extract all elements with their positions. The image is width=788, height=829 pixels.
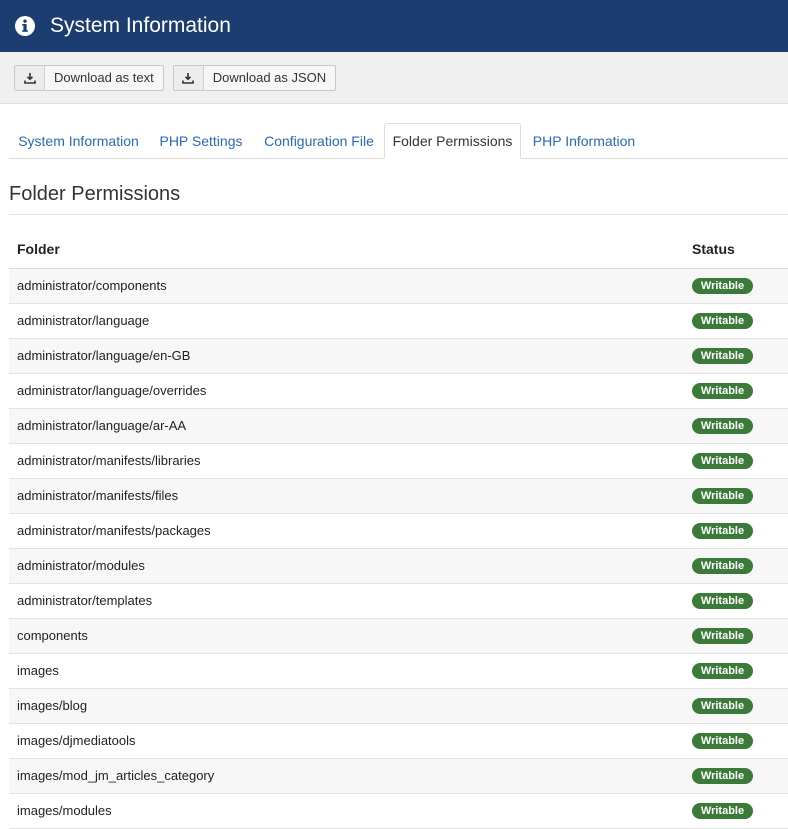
status-cell: Writable (684, 338, 788, 374)
status-badge: Writable (692, 628, 753, 644)
table-row: administrator/manifests/packages Writable (9, 513, 788, 549)
table-row: images Writable (9, 653, 788, 689)
status-badge: Writable (692, 418, 753, 434)
folder-path: administrator/components (9, 268, 684, 304)
section-title: Folder Permissions (9, 183, 788, 215)
status-cell: Writable (684, 408, 788, 444)
folder-path: components (9, 618, 684, 654)
table-row: images/mod_jm_articles_category Writable (9, 758, 788, 794)
status-badge: Writable (692, 593, 753, 609)
folder-path: images/djmediatools (9, 723, 684, 759)
status-badge: Writable (692, 278, 753, 294)
status-cell: Writable (684, 513, 788, 549)
status-badge: Writable (692, 768, 753, 784)
status-cell: Writable (684, 723, 788, 759)
status-badge: Writable (692, 348, 753, 364)
table-row: images/djmediatools Writable (9, 723, 788, 759)
folder-path: images/modules (9, 793, 684, 829)
status-cell: Writable (684, 758, 788, 794)
folder-path: administrator/language/ar-AA (9, 408, 684, 444)
table-header-row: Folder Status (9, 230, 788, 269)
folder-path: administrator/language (9, 303, 684, 339)
status-badge: Writable (692, 313, 753, 329)
status-badge: Writable (692, 383, 753, 399)
status-badge: Writable (692, 488, 753, 504)
status-cell: Writable (684, 268, 788, 304)
table-row: administrator/templates Writable (9, 583, 788, 619)
table-row: images/modules Writable (9, 793, 788, 829)
column-header-status: Status (684, 230, 788, 269)
status-cell: Writable (684, 478, 788, 514)
status-badge: Writable (692, 523, 753, 539)
folder-path: administrator/language/overrides (9, 373, 684, 409)
status-cell: Writable (684, 618, 788, 654)
download-json-label: Download as JSON (212, 70, 327, 85)
status-cell: Writable (684, 443, 788, 479)
folder-path: administrator/manifests/files (9, 478, 684, 514)
download-icon (173, 65, 204, 90)
status-badge: Writable (692, 733, 753, 749)
tab-configuration-file[interactable]: Configuration File (254, 123, 384, 159)
status-cell: Writable (684, 548, 788, 584)
tab-php-information[interactable]: PHP Information (521, 123, 647, 159)
table-row: administrator/components Writable (9, 268, 788, 304)
table-row: administrator/modules Writable (9, 548, 788, 584)
column-header-folder: Folder (9, 230, 684, 269)
info-icon (14, 15, 36, 37)
folder-path: images (9, 653, 684, 689)
folder-permissions-table: Folder Status administrator/components Wr… (9, 230, 788, 829)
table-row: administrator/language/ar-AA Writable (9, 408, 788, 444)
table-row: images/blog Writable (9, 688, 788, 724)
status-badge: Writable (692, 558, 753, 574)
status-badge: Writable (692, 663, 753, 679)
status-cell: Writable (684, 303, 788, 339)
download-text-label: Download as text (54, 70, 154, 85)
status-badge: Writable (692, 698, 753, 714)
download-json-button[interactable]: Download as JSON (172, 64, 337, 91)
status-cell: Writable (684, 373, 788, 409)
status-badge: Writable (692, 803, 753, 819)
table-row: administrator/manifests/files Writable (9, 478, 788, 514)
table-row: administrator/manifests/libraries Writabl… (9, 443, 788, 479)
status-cell: Writable (684, 688, 788, 724)
download-icon (15, 65, 45, 90)
folder-path: administrator/modules (9, 548, 684, 584)
page-header: System Information (0, 0, 788, 52)
folder-path: administrator/manifests/libraries (9, 443, 684, 479)
folder-path: images/mod_jm_articles_category (9, 758, 684, 794)
table-row: administrator/language Writable (9, 303, 788, 339)
tab-php-settings[interactable]: PHP Settings (148, 123, 254, 159)
folder-path: administrator/language/en-GB (9, 338, 684, 374)
folder-path: administrator/templates (9, 583, 684, 619)
table-row: administrator/language/en-GB Writable (9, 338, 788, 374)
status-badge: Writable (692, 453, 753, 469)
status-cell: Writable (684, 583, 788, 619)
status-cell: Writable (684, 793, 788, 829)
status-cell: Writable (684, 653, 788, 689)
download-text-button[interactable]: Download as text (14, 64, 164, 91)
folder-path: images/blog (9, 688, 684, 724)
tab-folder-permissions[interactable]: Folder Permissions (384, 123, 521, 159)
toolbar: Download as text Download as JSON (0, 52, 788, 104)
table-row: components Writable (9, 618, 788, 654)
folder-path: administrator/manifests/packages (9, 513, 684, 549)
table-row: administrator/language/overrides Writable (9, 373, 788, 409)
page-title: System Information (50, 14, 231, 37)
tab-bar: System Information PHP Settings Configur… (9, 123, 788, 159)
tab-system-information[interactable]: System Information (9, 123, 148, 159)
